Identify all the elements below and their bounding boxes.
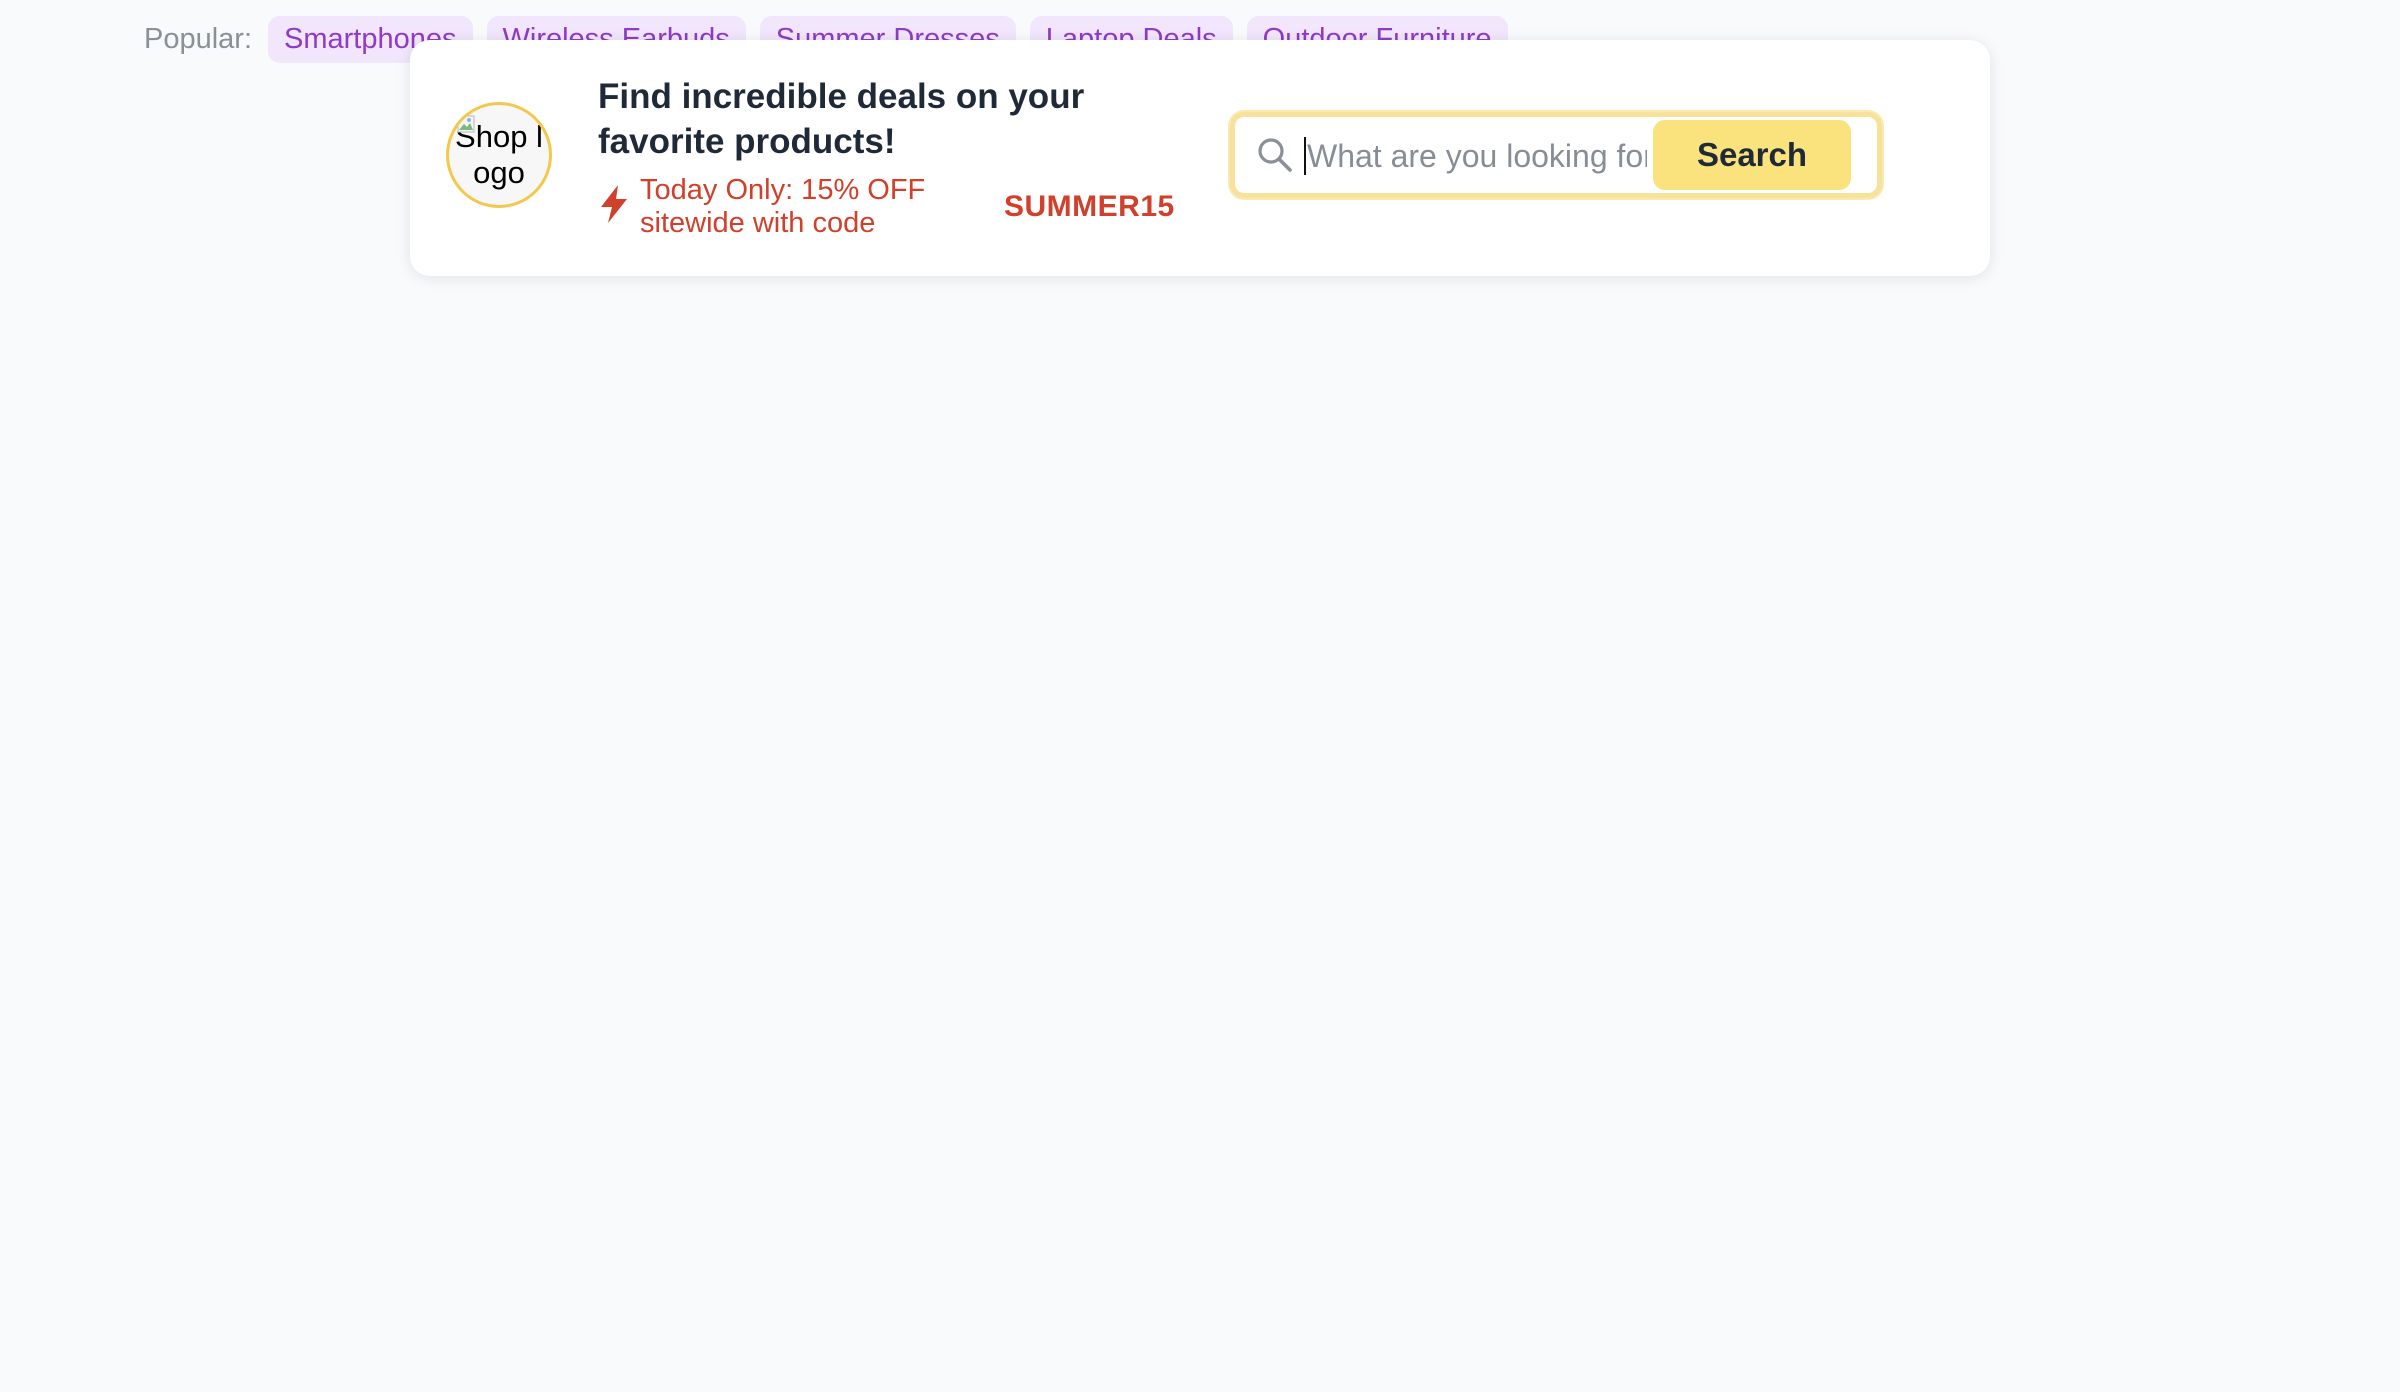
popular-label: Popular: [144,22,253,55]
shop-logo[interactable]: Shop logo [446,102,552,208]
search-button[interactable]: Search [1653,120,1851,190]
lightning-bolt-icon [601,185,627,223]
broken-image-icon [457,115,475,133]
promo-search-card: Shop logo Find incredible deals on your … [410,40,1990,276]
offer-text: Today Only: 15% OFF sitewide with code [640,174,926,239]
promo-code: SUMMER15 [1004,190,1175,223]
search-input[interactable] [1305,125,1647,187]
offer-banner: Today Only: 15% OFF sitewide with code [598,174,970,240]
text-caret [1304,137,1306,175]
promo-headline: Find incredible deals on your favorite p… [598,77,1085,161]
search-box: Search [1230,112,1882,198]
search-icon [1258,138,1292,172]
